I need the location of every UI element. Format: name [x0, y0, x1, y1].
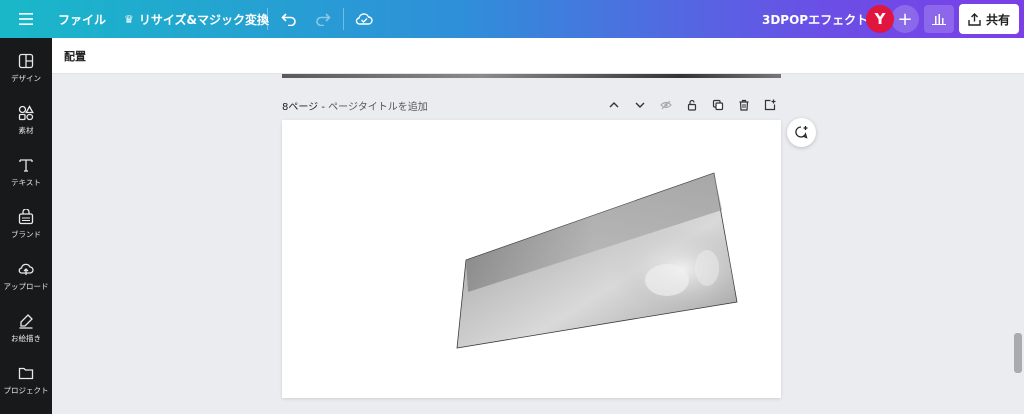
chevron-down-icon — [635, 102, 645, 108]
share-button[interactable]: 共有 — [959, 4, 1019, 34]
comment-add-icon — [795, 126, 808, 139]
sidebar-item-label: アップロード — [3, 281, 49, 291]
sidebar-item-draw[interactable]: お絵描き — [0, 304, 52, 352]
avatar[interactable]: Y — [866, 5, 894, 33]
previous-page-edge — [282, 74, 781, 78]
sidebar-item-uploads[interactable]: アップロード — [0, 252, 52, 300]
hamburger-menu-icon[interactable] — [14, 0, 38, 38]
sidebar-item-label: お絵描き — [11, 333, 41, 343]
resize-magic-label: リサイズ&マジック変換 — [138, 12, 269, 27]
redo-icon[interactable] — [312, 0, 334, 38]
shapes-icon — [18, 104, 34, 120]
sidebar-item-label: テキスト — [11, 177, 41, 187]
add-comment-button[interactable] — [787, 118, 816, 147]
lock-page-button[interactable] — [681, 96, 703, 114]
delete-page-button[interactable] — [733, 96, 755, 114]
sidebar-item-label: デザイン — [11, 73, 41, 83]
3d-pop-photo[interactable] — [456, 172, 738, 349]
context-toolbar: 配置 — [52, 38, 1024, 74]
toolbar-divider — [343, 8, 344, 30]
file-menu-button[interactable]: ファイル — [58, 0, 106, 38]
scrollbar-thumb[interactable] — [1014, 333, 1022, 373]
cloud-saved-icon[interactable] — [352, 0, 376, 38]
sidebar-item-label: 素材 — [18, 125, 34, 135]
page-title-field[interactable]: 8ページ - ページタイトルを追加 — [282, 98, 428, 113]
page-number-label: 8ページ - — [282, 102, 329, 113]
project-title[interactable]: 3DPOPエフェクト — [762, 0, 868, 38]
sidebar-item-label: プロジェクト — [3, 385, 49, 395]
upload-icon — [18, 263, 34, 275]
left-sidebar: デザイン 素材 テキスト ブランド アップロード お絵描き プロジェクト — [0, 38, 52, 414]
share-upload-icon — [968, 12, 981, 26]
unlock-icon — [687, 99, 697, 111]
draw-icon — [19, 313, 33, 329]
page-tools — [603, 96, 781, 114]
page-header: 8ページ - ページタイトルを追加 — [282, 96, 781, 114]
duplicate-icon — [712, 99, 724, 111]
add-page-button[interactable] — [759, 96, 781, 114]
undo-icon[interactable] — [278, 0, 300, 38]
design-page[interactable] — [282, 120, 781, 398]
sidebar-item-design[interactable]: デザイン — [0, 44, 52, 92]
text-icon — [19, 158, 33, 172]
chevron-up-icon — [609, 102, 619, 108]
share-label: 共有 — [985, 12, 1010, 27]
move-page-up-button[interactable] — [603, 96, 625, 114]
sidebar-item-elements[interactable]: 素材 — [0, 96, 52, 144]
arrange-button[interactable]: 配置 — [64, 48, 86, 64]
hide-page-button[interactable] — [655, 96, 677, 114]
toolbar-divider — [267, 8, 268, 30]
brand-icon — [18, 208, 34, 224]
add-collaborator-button[interactable]: + — [891, 5, 919, 33]
insights-button[interactable] — [924, 5, 954, 33]
design-canvas — [456, 172, 738, 349]
add-page-icon — [764, 99, 776, 111]
resize-magic-button[interactable]: ♛ リサイズ&マジック変換 — [124, 0, 269, 38]
crown-icon: ♛ — [124, 12, 134, 26]
page-title-placeholder: ページタイトルを追加 — [328, 102, 428, 113]
sidebar-item-text[interactable]: テキスト — [0, 148, 52, 196]
trash-icon — [739, 99, 749, 111]
sidebar-item-label: ブランド — [11, 229, 41, 239]
eye-off-icon — [660, 100, 672, 110]
top-bar: ファイル ♛ リサイズ&マジック変換 3DPOPエフェクト + Y 共有 — [0, 0, 1024, 38]
bar-chart-icon — [932, 14, 946, 25]
folder-icon — [18, 367, 34, 379]
duplicate-page-button[interactable] — [707, 96, 729, 114]
move-page-down-button[interactable] — [629, 96, 651, 114]
layout-icon — [18, 53, 34, 68]
sidebar-item-brand[interactable]: ブランド — [0, 200, 52, 248]
sidebar-item-projects[interactable]: プロジェクト — [0, 356, 52, 404]
